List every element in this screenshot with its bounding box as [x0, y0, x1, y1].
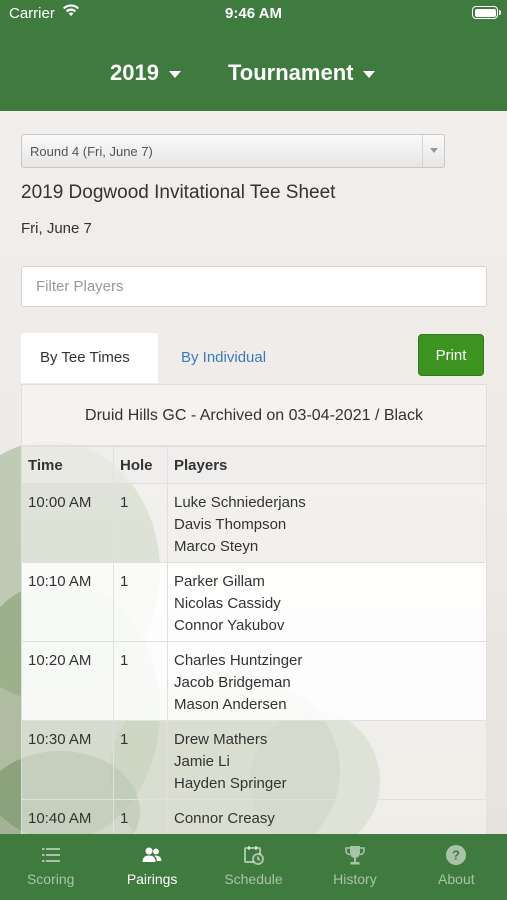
player-name: Connor Creasy [174, 810, 275, 827]
status-bar: Carrier 9:46 AM [0, 0, 507, 28]
player-name: Davis Thompson [174, 516, 287, 533]
players-cell: Charles Huntzinger Jacob Bridgeman Mason… [167, 641, 487, 721]
table-row: 10:20 AM 1 Charles Huntzinger Jacob Brid… [21, 641, 487, 721]
player-name: Marco Steyn [174, 538, 259, 555]
player-name: Jacob Bridgeman [174, 674, 291, 691]
clock: 9:46 AM [225, 5, 282, 22]
battery-icon [472, 6, 501, 19]
tab-by-individual[interactable]: By Individual [162, 333, 285, 383]
chevron-down-icon [422, 135, 444, 167]
column-header-players: Players [167, 446, 487, 484]
tee-time-cell: 10:20 AM [21, 641, 114, 721]
tournament-selector[interactable]: Tournament [228, 60, 376, 86]
table-row: 10:40 AM 1 Connor Creasy [21, 799, 487, 834]
tabbar-label: About [438, 871, 475, 887]
tabbar-label: History [333, 871, 377, 887]
tee-time-cell: 10:40 AM [21, 799, 114, 834]
player-name: Hayden Springer [174, 775, 287, 792]
page-title: 2019 Dogwood Invitational Tee Sheet [21, 182, 336, 203]
calendar-clock-icon [243, 844, 265, 866]
tabbar-item-history[interactable]: History [304, 834, 405, 900]
bottom-tab-bar: Scoring Pairings Schedule History ? Abou… [0, 834, 507, 900]
tabbar-item-schedule[interactable]: Schedule [203, 834, 304, 900]
tab-by-tee-times[interactable]: By Tee Times [21, 333, 158, 383]
filter-players-input[interactable] [21, 266, 487, 307]
player-name: Connor Yakubov [174, 617, 285, 634]
hole-cell: 1 [113, 720, 168, 800]
player-name: Mason Andersen [174, 696, 287, 713]
year-selector[interactable]: 2019 [110, 60, 181, 86]
hole-cell: 1 [113, 483, 168, 563]
caret-down-icon [363, 70, 376, 78]
list-icon [40, 844, 62, 866]
tabbar-label: Scoring [26, 871, 75, 887]
app-header: Carrier 9:46 AM 2019 Tournament [0, 0, 507, 111]
tournament-label: Tournament [228, 60, 354, 85]
tabbar-item-pairings[interactable]: Pairings [101, 834, 202, 900]
player-name: Parker Gillam [174, 573, 265, 590]
table-row: 10:10 AM 1 Parker Gillam Nicolas Cassidy… [21, 562, 487, 642]
svg-text:?: ? [452, 848, 460, 863]
players-cell: Parker Gillam Nicolas Cassidy Connor Yak… [167, 562, 487, 642]
course-info: Druid Hills GC - Archived on 03-04-2021 … [21, 384, 487, 446]
tee-time-cell: 10:00 AM [21, 483, 114, 563]
tee-time-cell: 10:10 AM [21, 562, 114, 642]
players-cell: Drew Mathers Jamie Li Hayden Springer [167, 720, 487, 800]
players-cell: Luke Schniederjans Davis Thompson Marco … [167, 483, 487, 563]
table-row: 10:00 AM 1 Luke Schniederjans Davis Thom… [21, 483, 487, 563]
tabbar-item-about[interactable]: ? About [406, 834, 507, 900]
hole-cell: 1 [113, 799, 168, 834]
tabbar-label: Schedule [224, 871, 283, 887]
table-header-row: Time Hole Players [21, 446, 487, 484]
people-icon [141, 844, 163, 866]
player-name: Nicolas Cassidy [174, 595, 281, 612]
tee-sheet-table: Druid Hills GC - Archived on 03-04-2021 … [21, 384, 487, 834]
hole-cell: 1 [113, 562, 168, 642]
trophy-icon [344, 844, 366, 866]
hole-cell: 1 [113, 641, 168, 721]
question-circle-icon: ? [445, 844, 467, 866]
column-header-hole: Hole [113, 446, 168, 484]
year-label: 2019 [110, 60, 159, 85]
player-name: Drew Mathers [174, 731, 268, 748]
players-cell: Connor Creasy [167, 799, 487, 834]
caret-down-icon [168, 70, 181, 78]
round-select-value: Round 4 (Fri, June 7) [30, 144, 153, 159]
table-row: 10:30 AM 1 Drew Mathers Jamie Li Hayden … [21, 720, 487, 800]
tabbar-label: Pairings [126, 871, 178, 887]
round-select[interactable]: Round 4 (Fri, June 7) [21, 134, 445, 168]
column-header-time: Time [21, 446, 114, 484]
tee-time-cell: 10:30 AM [21, 720, 114, 800]
player-name: Jamie Li [174, 753, 230, 770]
sheet-date: Fri, June 7 [21, 220, 92, 237]
player-name: Charles Huntzinger [174, 652, 303, 669]
tabbar-item-scoring[interactable]: Scoring [0, 834, 101, 900]
player-name: Luke Schniederjans [174, 494, 306, 511]
print-button[interactable]: Print [418, 334, 484, 376]
